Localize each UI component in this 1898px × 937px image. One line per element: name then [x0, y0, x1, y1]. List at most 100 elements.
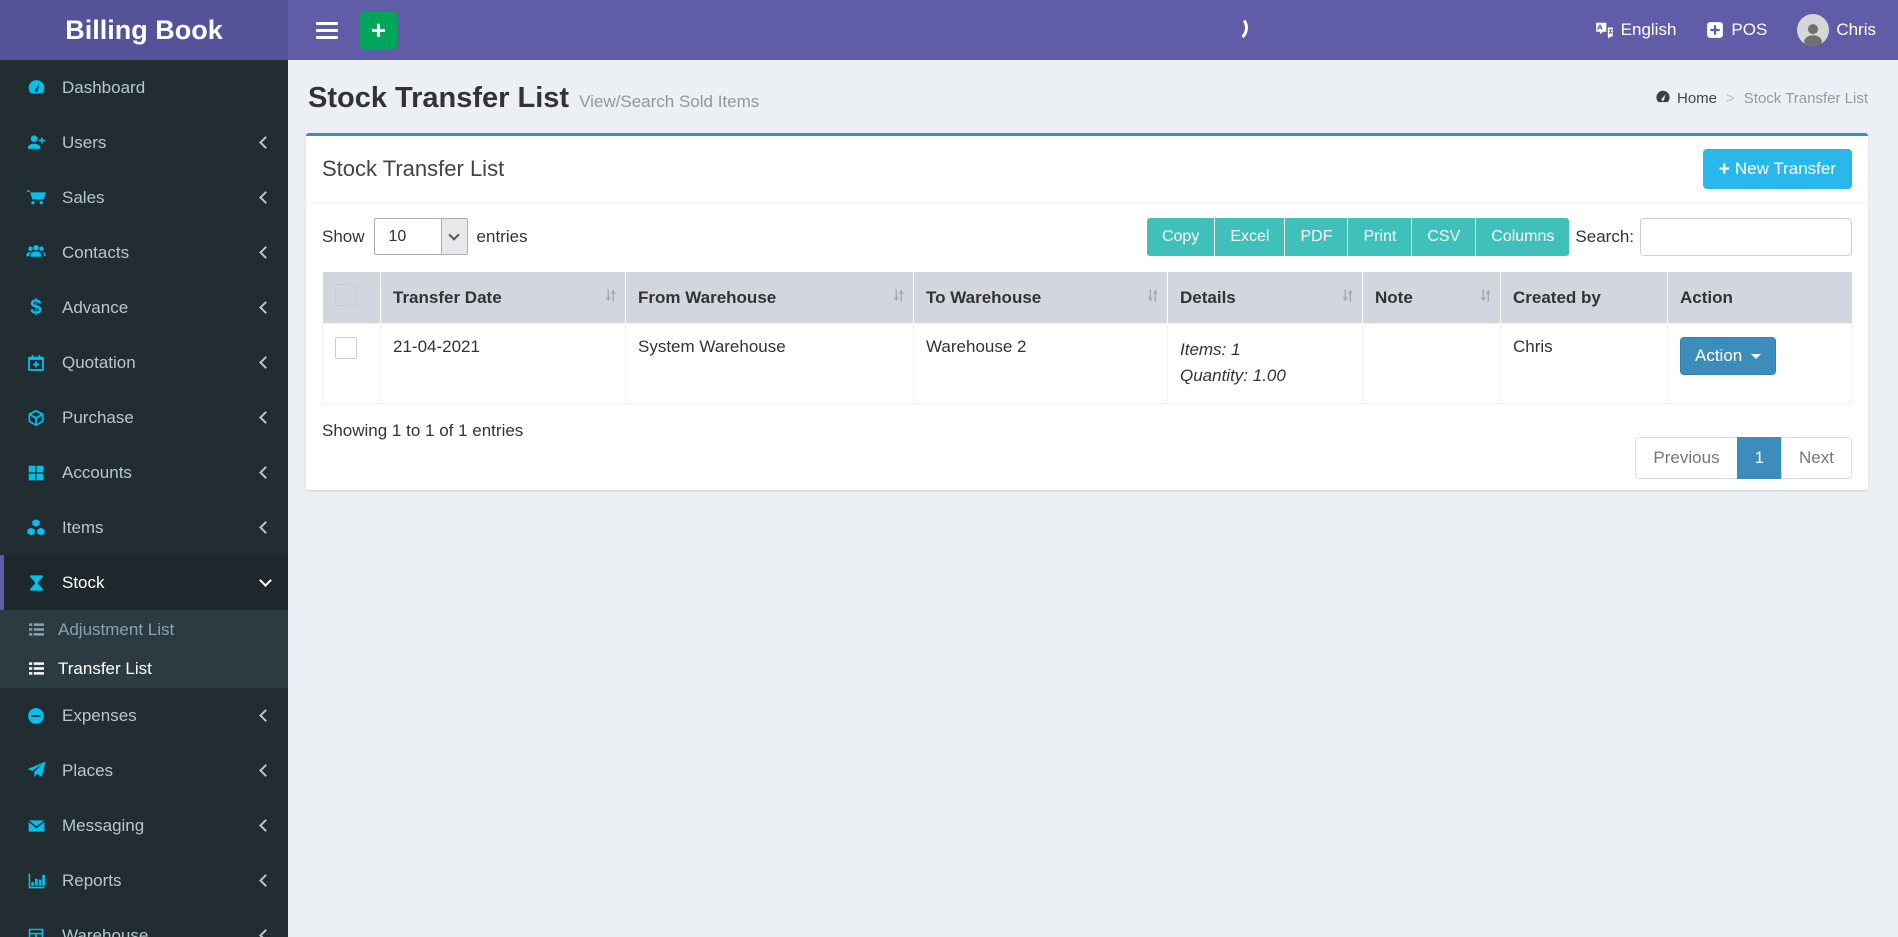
pdf-button[interactable]: PDF [1285, 218, 1349, 256]
pos-button[interactable]: POS [1706, 20, 1767, 40]
sort-icon [892, 288, 905, 308]
grid-icon [22, 464, 50, 482]
chevron-left-icon [259, 874, 272, 887]
plus-icon: + [1718, 158, 1730, 180]
chevron-left-icon [259, 764, 272, 777]
brand-logo[interactable]: Billing Book [0, 0, 288, 60]
caret-down-icon [1751, 353, 1762, 359]
bar-chart-icon [22, 872, 50, 890]
action-cell: Action [1667, 323, 1852, 404]
copy-button[interactable]: Copy [1146, 218, 1216, 256]
tachometer-icon [22, 78, 50, 97]
chevron-left-icon [259, 709, 272, 722]
sidebar-item-purchase[interactable]: Purchase [0, 390, 288, 445]
breadcrumb-current: Stock Transfer List [1743, 90, 1868, 107]
column-action: Action [1667, 272, 1852, 324]
sidebar-item-advance[interactable]: $ Advance [0, 280, 288, 335]
user-plus-icon [22, 133, 50, 152]
search-label: Search: [1575, 227, 1634, 246]
sidebar-toggle-button[interactable] [308, 14, 346, 47]
chevron-left-icon [259, 136, 272, 149]
quick-add-button[interactable]: + [360, 11, 397, 49]
toolbar-right: Copy Excel PDF Print CSV Columns Search: [1146, 218, 1852, 256]
sort-icon [604, 288, 617, 308]
sidebar-item-contacts[interactable]: Contacts [0, 225, 288, 280]
pos-plus-icon [1706, 21, 1724, 39]
excel-button[interactable]: Excel [1215, 218, 1286, 256]
user-avatar [1797, 14, 1830, 46]
details-cell: Items: 1 Quantity: 1.00 [1167, 323, 1363, 404]
list-icon [24, 660, 48, 677]
sort-icon [1341, 288, 1354, 308]
sort-icon [1146, 288, 1159, 308]
column-details[interactable]: Details [1167, 272, 1363, 324]
sidebar-item-places[interactable]: Places [0, 743, 288, 798]
shopping-cart-icon [22, 188, 50, 207]
new-transfer-button[interactable]: + New Transfer [1702, 149, 1852, 189]
sidebar-item-stock[interactable]: Stock [0, 555, 288, 610]
sidebar-item-users[interactable]: Users [0, 115, 288, 170]
pagination-next[interactable]: Next [1781, 436, 1852, 479]
breadcrumb-separator: > [1726, 90, 1735, 107]
table-row: 21-04-2021 System Warehouse Warehouse 2 … [322, 323, 1852, 404]
language-label: English [1620, 20, 1677, 39]
main-content: Stock Transfer List View/Search Sold Item… [288, 60, 1898, 937]
row-action-button[interactable]: Action [1680, 337, 1777, 375]
column-transfer-date[interactable]: Transfer Date [380, 272, 626, 324]
navbar-main: + English POS Chris [288, 0, 1898, 60]
chevron-left-icon [259, 411, 272, 424]
chevron-left-icon [259, 301, 272, 314]
sidebar-item-expenses[interactable]: Expenses [0, 688, 288, 743]
page-size-select[interactable]: 10 [373, 218, 468, 255]
search-control: Search: [1575, 218, 1852, 256]
breadcrumb-home[interactable]: Home [1655, 89, 1717, 109]
created-by-cell: Chris [1500, 323, 1668, 404]
sidebar-item-warehouse[interactable]: Warehouse [0, 908, 288, 937]
sidebar-subitem-transfer-list[interactable]: Transfer List [0, 649, 288, 688]
chevron-left-icon [259, 521, 272, 534]
pagination-page-1[interactable]: 1 [1736, 436, 1783, 479]
sidebar-item-items[interactable]: Items [0, 500, 288, 555]
csv-button[interactable]: CSV [1412, 218, 1477, 256]
language-menu[interactable]: English [1595, 20, 1677, 40]
warehouse-grid-icon [22, 927, 50, 937]
row-checkbox[interactable] [335, 337, 357, 359]
cube-icon [22, 409, 50, 427]
sidebar-item-messaging[interactable]: Messaging [0, 798, 288, 853]
search-input[interactable] [1640, 218, 1852, 256]
content-header: Stock Transfer List View/Search Sold Item… [306, 82, 1868, 115]
select-all-header [322, 272, 381, 324]
user-menu[interactable]: Chris [1797, 14, 1876, 46]
pagination-previous[interactable]: Previous [1635, 436, 1738, 479]
note-cell [1362, 323, 1501, 404]
column-to-warehouse[interactable]: To Warehouse [913, 272, 1168, 324]
sidebar-subitem-adjustment-list[interactable]: Adjustment List [0, 610, 288, 649]
dollar-sign-icon: $ [30, 295, 42, 319]
sidebar-item-dashboard[interactable]: Dashboard [0, 60, 288, 115]
column-created-by: Created by [1500, 272, 1668, 324]
pagination: Previous 1 Next [1635, 436, 1852, 479]
show-label: Show [322, 226, 365, 246]
card-header: Stock Transfer List + New Transfer [306, 136, 1868, 203]
stock-submenu: Adjustment List Transfer List [0, 610, 288, 688]
sidebar-item-reports[interactable]: Reports [0, 853, 288, 908]
sidebar-item-sales[interactable]: Sales [0, 170, 288, 225]
app-root: Billing Book + English POS Chris Dashboa… [0, 0, 1898, 937]
page-size-value: 10 [388, 227, 407, 245]
print-button[interactable]: Print [1348, 218, 1413, 256]
sidebar-item-quotation[interactable]: Quotation [0, 335, 288, 390]
column-from-warehouse[interactable]: From Warehouse [625, 272, 914, 324]
envelope-icon [22, 817, 50, 835]
row-select-cell [322, 323, 381, 404]
sidebar: Dashboard Users Sales Contacts $ Advance… [0, 60, 288, 937]
show-entries-control: Show 10 entries [322, 218, 528, 255]
sidebar-item-accounts[interactable]: Accounts [0, 445, 288, 500]
list-icon [24, 621, 48, 638]
sort-icon [1479, 288, 1492, 308]
export-button-group: Copy Excel PDF Print CSV Columns [1146, 218, 1570, 256]
brand-title: Billing Book [65, 14, 223, 45]
users-group-icon [22, 243, 50, 262]
columns-button[interactable]: Columns [1476, 218, 1570, 256]
column-note[interactable]: Note [1362, 272, 1501, 324]
select-all-checkbox[interactable] [334, 284, 357, 306]
